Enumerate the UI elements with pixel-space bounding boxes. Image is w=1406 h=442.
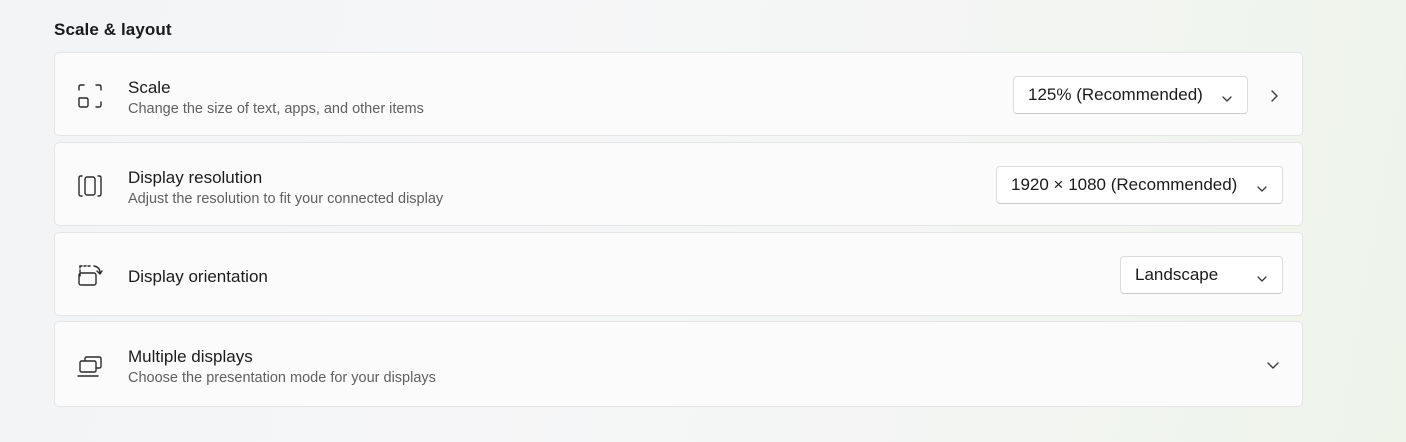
scale-title: Scale [128, 78, 171, 97]
chevron-down-icon [1221, 90, 1233, 102]
scale-subtitle: Change the size of text, apps, and other… [128, 101, 424, 117]
scale-dropdown-value: 125% (Recommended) [1028, 85, 1203, 104]
chevron-down-icon [1256, 180, 1268, 192]
multiple-displays-card[interactable]: Multiple displays Choose the presentatio… [54, 321, 1303, 407]
chevron-down-icon [1256, 270, 1268, 282]
orientation-title: Display orientation [128, 267, 268, 286]
orientation-icon [77, 263, 103, 287]
scale-card[interactable]: Scale Change the size of text, apps, and… [54, 52, 1303, 136]
orientation-dropdown[interactable]: Landscape [1120, 256, 1283, 294]
section-title: Scale & layout [54, 20, 172, 39]
chevron-down-icon[interactable] [1266, 358, 1280, 372]
resolution-icon [77, 173, 103, 197]
scale-icon [77, 83, 103, 108]
scale-dropdown[interactable]: 125% (Recommended) [1013, 76, 1248, 114]
multiple-displays-title: Multiple displays [128, 347, 253, 366]
multiple-displays-icon [77, 354, 103, 378]
chevron-right-icon[interactable] [1267, 89, 1281, 103]
resolution-card: Display resolution Adjust the resolution… [54, 142, 1303, 226]
resolution-dropdown-value: 1920 × 1080 (Recommended) [1011, 175, 1238, 194]
resolution-title: Display resolution [128, 168, 263, 187]
orientation-card: Display orientation Landscape [54, 232, 1303, 316]
multiple-displays-subtitle: Choose the presentation mode for your di… [128, 370, 436, 386]
resolution-dropdown[interactable]: 1920 × 1080 (Recommended) [996, 166, 1283, 204]
resolution-subtitle: Adjust the resolution to fit your connec… [128, 191, 444, 207]
orientation-dropdown-value: Landscape [1135, 265, 1219, 284]
